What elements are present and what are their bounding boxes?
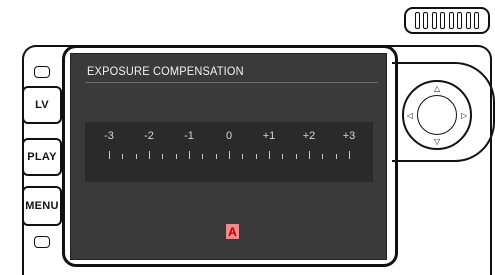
dial-ridge bbox=[474, 12, 480, 29]
dial-ridge bbox=[414, 12, 420, 29]
bottom-small-button[interactable] bbox=[34, 236, 50, 248]
scale-label: +3 bbox=[342, 130, 356, 142]
major-tick bbox=[229, 151, 230, 159]
major-tick bbox=[109, 151, 110, 159]
dial-ridge bbox=[423, 12, 429, 29]
triangle-down-icon[interactable]: ▽ bbox=[434, 138, 440, 146]
triangle-left-icon[interactable]: ◁ bbox=[407, 112, 413, 120]
dial-ridge bbox=[431, 12, 437, 29]
minor-tick bbox=[282, 154, 284, 159]
dial-ridge bbox=[448, 12, 454, 29]
dial-ridge bbox=[457, 12, 463, 29]
dial-ridge bbox=[440, 12, 446, 29]
scale-label: -2 bbox=[144, 130, 154, 142]
lcd-screen: EXPOSURE COMPENSATION -3 -2 -1 0 +1 +2 +3 A bbox=[70, 53, 387, 260]
lv-button[interactable]: LV bbox=[22, 86, 62, 124]
exposure-scale[interactable]: -3 -2 -1 0 +1 +2 +3 bbox=[85, 122, 373, 182]
minor-tick bbox=[255, 154, 257, 159]
play-button[interactable]: PLAY bbox=[22, 138, 62, 176]
scale-label: +1 bbox=[262, 130, 276, 142]
minor-tick bbox=[135, 154, 137, 159]
minor-tick bbox=[202, 154, 204, 159]
major-tick bbox=[349, 151, 350, 159]
minor-tick bbox=[215, 154, 217, 159]
minor-tick bbox=[122, 154, 124, 159]
scale-label: -1 bbox=[184, 130, 194, 142]
thumbwheel-dial[interactable] bbox=[404, 7, 490, 34]
minor-tick bbox=[162, 154, 164, 159]
directional-pad[interactable]: △ ▽ ◁ ▷ bbox=[402, 80, 472, 150]
scale-label: -3 bbox=[104, 130, 114, 142]
scale-ticks bbox=[85, 150, 373, 162]
top-small-button[interactable] bbox=[34, 66, 50, 78]
minor-tick bbox=[175, 154, 177, 159]
camera-back: LV PLAY MENU EXPOSURE COMPENSATION -3 -2-… bbox=[0, 0, 495, 275]
minor-tick bbox=[335, 154, 337, 159]
scale-labels: -3 -2 -1 0 +1 +2 +3 bbox=[85, 130, 373, 144]
minor-tick bbox=[242, 154, 244, 159]
scale-label: 0 bbox=[225, 130, 233, 142]
triangle-right-icon[interactable]: ▷ bbox=[461, 112, 467, 120]
menu-button[interactable]: MENU bbox=[22, 186, 62, 226]
auto-marker: A bbox=[226, 224, 239, 239]
major-tick bbox=[269, 151, 270, 159]
screen-title: EXPOSURE COMPENSATION bbox=[87, 65, 244, 79]
major-tick bbox=[149, 151, 150, 159]
minor-tick bbox=[322, 154, 324, 159]
title-divider bbox=[85, 82, 378, 83]
triangle-up-icon[interactable]: △ bbox=[434, 85, 440, 93]
minor-tick bbox=[295, 154, 297, 159]
pad-center-button[interactable] bbox=[417, 95, 457, 135]
dial-ridge bbox=[465, 12, 471, 29]
major-tick bbox=[189, 151, 190, 159]
major-tick bbox=[309, 151, 310, 159]
scale-label: +2 bbox=[302, 130, 316, 142]
